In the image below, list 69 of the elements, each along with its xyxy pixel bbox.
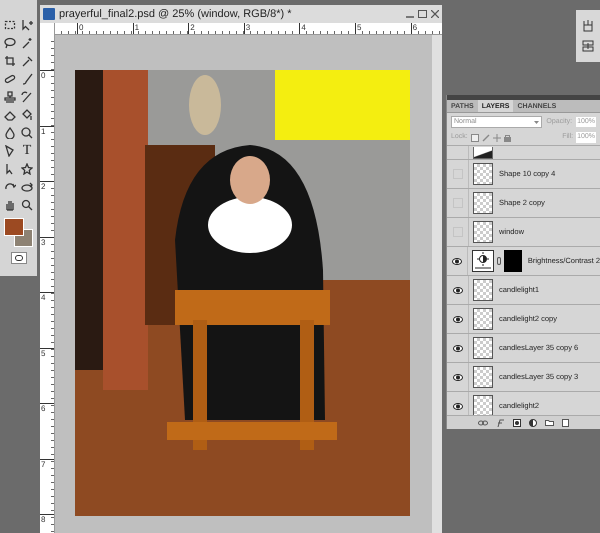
lock-transparent-icon[interactable]: [470, 134, 479, 142]
eye-icon[interactable]: [452, 316, 462, 322]
zoom-icon[interactable]: [21, 199, 33, 211]
eraser-icon[interactable]: [4, 109, 16, 121]
ruler-number: 0: [40, 70, 54, 126]
ruler-origin[interactable]: [40, 23, 55, 35]
quick-mask-button[interactable]: [10, 252, 26, 264]
foreground-color-swatch[interactable]: [4, 218, 24, 236]
layer-thumbnail: [473, 147, 493, 159]
eye-icon[interactable]: [452, 258, 462, 264]
type-tool[interactable]: T: [20, 144, 34, 158]
eye-icon[interactable]: [452, 374, 462, 380]
ruler-number: 1: [132, 23, 188, 34]
eyedropper-icon[interactable]: [21, 55, 33, 67]
ruler-number: 3: [40, 236, 54, 292]
orbit-icon[interactable]: [21, 181, 33, 193]
ruler-number: 8: [40, 514, 54, 526]
ruler-number: 6: [410, 23, 436, 34]
folder-icon[interactable]: [545, 419, 554, 426]
layer-thumbnail: [473, 395, 493, 415]
adjustment-icon[interactable]: [529, 418, 537, 426]
mask-thumbnail: [504, 250, 522, 272]
star-icon[interactable]: [21, 163, 33, 175]
history-brush-icon[interactable]: [21, 91, 33, 103]
ruler-number: 2: [40, 181, 54, 236]
brush-icon[interactable]: [21, 73, 33, 85]
ruler-number: 2: [188, 23, 244, 34]
marquee-icon[interactable]: [4, 19, 16, 31]
ruler-number: 5: [40, 348, 54, 403]
eye-icon[interactable]: [452, 286, 462, 294]
layer-thumbnail: [473, 221, 493, 243]
ruler-number: 7: [40, 458, 54, 514]
drop-icon[interactable]: [4, 127, 16, 139]
ruler-number: 4: [40, 292, 54, 348]
ruler-number: 0: [77, 23, 133, 34]
layer-thumbnail: [473, 279, 493, 301]
vertical-scrollbar[interactable]: [432, 35, 442, 533]
bandage-icon[interactable]: [4, 73, 16, 85]
chain-icon[interactable]: [496, 257, 501, 265]
link-icon[interactable]: [478, 420, 488, 426]
app-icon: [43, 8, 55, 20]
mask-icon[interactable]: [513, 418, 521, 426]
eye-icon[interactable]: [452, 402, 462, 410]
ruler-number: 5: [354, 23, 411, 34]
layer-thumbnail: [473, 366, 493, 388]
new-layer-icon[interactable]: [562, 418, 569, 426]
stamp-icon[interactable]: [4, 91, 16, 103]
move-icon[interactable]: [21, 19, 33, 31]
window-title: prayerful_final2.psd @ 25% (window, RGB/8*) *: [59, 6, 292, 22]
ruler-number: 3: [244, 23, 300, 34]
adjustment-thumbnail: [472, 250, 494, 272]
close-icon[interactable]: [431, 10, 439, 18]
hand-icon[interactable]: [4, 199, 16, 211]
ruler-number: 6: [40, 403, 54, 458]
lasso-icon[interactable]: [4, 37, 16, 49]
ruler-number: 4: [299, 23, 355, 34]
ruler-number: 1: [40, 126, 54, 181]
layer-thumbnail: [473, 192, 493, 214]
magic-wand-icon[interactable]: [21, 37, 33, 49]
eye-icon[interactable]: [452, 344, 462, 352]
caret-icon: [534, 120, 540, 124]
maximize-icon[interactable]: [418, 10, 427, 18]
layer-thumbnail: [473, 308, 493, 330]
crop-icon[interactable]: [4, 55, 16, 67]
pen-icon[interactable]: [4, 145, 16, 157]
layer-thumbnail: [473, 163, 493, 185]
bucket-icon[interactable]: [21, 109, 33, 121]
effects-icon[interactable]: [496, 418, 505, 426]
layer-thumbnail: [473, 337, 493, 359]
